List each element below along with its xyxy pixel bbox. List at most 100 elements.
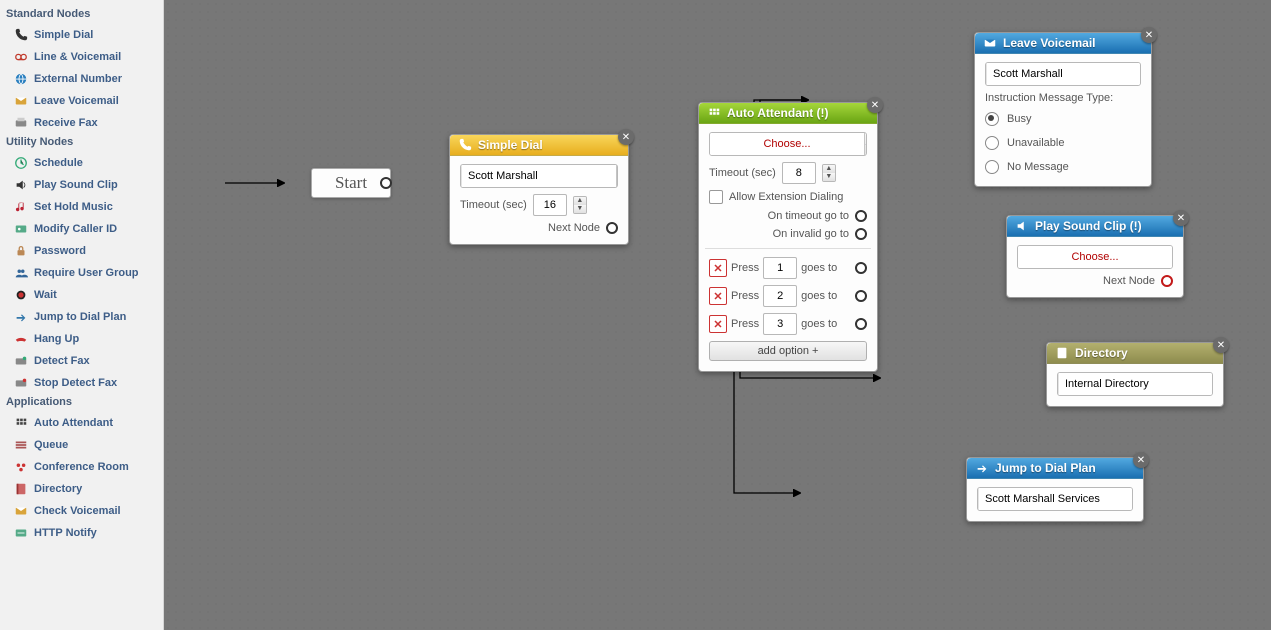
clip-field[interactable] (709, 132, 867, 156)
sidebar-item-external-number[interactable]: External Number (0, 68, 163, 90)
sidebar-item-caller-id[interactable]: Modify Caller ID (0, 218, 163, 240)
on-timeout-port[interactable] (855, 210, 867, 222)
sidebar-item-queue[interactable]: Queue (0, 434, 163, 456)
sidebar-item-label: Auto Attendant (34, 417, 113, 429)
sidebar-item-stop-fax[interactable]: Stop Detect Fax (0, 372, 163, 394)
sidebar-item-detect-fax[interactable]: Detect Fax (0, 350, 163, 372)
sidebar-item-password[interactable]: Password (0, 240, 163, 262)
sidebar-item-simple-dial[interactable]: Simple Dial (0, 24, 163, 46)
target-input[interactable] (462, 165, 616, 187)
sidebar-item-http-notify[interactable]: HTTP Notify (0, 522, 163, 544)
start-node[interactable]: Start (311, 168, 391, 198)
next-node-port[interactable] (606, 222, 618, 234)
sidebar-item-label: Line & Voicemail (34, 51, 121, 63)
clip-input[interactable] (1018, 246, 1172, 268)
next-node-port[interactable] (1161, 275, 1173, 287)
delete-press-button[interactable]: ✕ (709, 287, 727, 305)
close-icon[interactable]: ✕ (1133, 452, 1149, 468)
close-icon[interactable]: ✕ (867, 97, 883, 113)
flow-canvas[interactable]: Start ✕ Simple Dial Timeout (sec) ▲▼ Nex… (164, 0, 1271, 630)
press-port[interactable] (855, 262, 867, 274)
plan-field[interactable] (977, 487, 1133, 511)
sidebar-item-check-voicemail[interactable]: Check Voicemail (0, 500, 163, 522)
press-key-input[interactable] (763, 285, 797, 307)
allow-ext-checkbox[interactable] (709, 190, 723, 204)
node-header[interactable]: Auto Attendant (!) (699, 103, 877, 124)
sidebar-item-label: Hang Up (34, 333, 79, 345)
search-icon[interactable] (616, 165, 617, 187)
sidebar-item-conference[interactable]: Conference Room (0, 456, 163, 478)
node-auto-attendant[interactable]: ✕ Auto Attendant (!) Timeout (sec) ▲▼ Al… (698, 102, 878, 372)
timeout-stepper[interactable]: ▲▼ (822, 164, 836, 182)
node-simple-dial[interactable]: ✕ Simple Dial Timeout (sec) ▲▼ Next Node (449, 134, 629, 245)
on-invalid-port[interactable] (855, 228, 867, 240)
msg-option-busy[interactable]: Busy (985, 110, 1141, 128)
close-icon[interactable]: ✕ (1141, 27, 1157, 43)
radio-icon[interactable] (985, 160, 999, 174)
directory-input[interactable] (1059, 373, 1213, 395)
sidebar-item-auto-attendant[interactable]: Auto Attendant (0, 412, 163, 434)
timer-icon (14, 288, 28, 302)
close-icon[interactable]: ✕ (618, 129, 634, 145)
search-icon[interactable] (1172, 246, 1173, 268)
press-key-input[interactable] (763, 257, 797, 279)
delete-press-button[interactable]: ✕ (709, 259, 727, 277)
sidebar-item-receive-fax[interactable]: Receive Fax (0, 112, 163, 134)
sidebar-item-label: Stop Detect Fax (34, 377, 117, 389)
mailbox-field[interactable] (985, 62, 1141, 86)
sidebar-item-label: Wait (34, 289, 57, 301)
node-directory[interactable]: ✕ Directory (1046, 342, 1224, 407)
press-port[interactable] (855, 290, 867, 302)
msg-option-unavailable[interactable]: Unavailable (985, 134, 1141, 152)
sidebar-item-hangup[interactable]: Hang Up (0, 328, 163, 350)
msg-option-nomsg[interactable]: No Message (985, 158, 1141, 176)
radio-icon[interactable] (985, 136, 999, 150)
sidebar-item-wait[interactable]: Wait (0, 284, 163, 306)
sidebar-item-label: Schedule (34, 157, 83, 169)
plan-input[interactable] (979, 488, 1133, 510)
book-icon (14, 482, 28, 496)
phone-icon (458, 138, 472, 152)
sidebar-item-hold-music[interactable]: Set Hold Music (0, 196, 163, 218)
close-icon[interactable]: ✕ (1213, 337, 1229, 353)
radio-label: No Message (1007, 161, 1069, 173)
node-header[interactable]: Simple Dial (450, 135, 628, 156)
delete-press-button[interactable]: ✕ (709, 315, 727, 333)
node-header[interactable]: Jump to Dial Plan (967, 458, 1143, 479)
start-port[interactable] (380, 177, 392, 189)
node-jump-dialplan[interactable]: ✕ Jump to Dial Plan (966, 457, 1144, 522)
inbox-icon (14, 504, 28, 518)
sidebar-item-leave-voicemail[interactable]: Leave Voicemail (0, 90, 163, 112)
sidebar-item-schedule[interactable]: Schedule (0, 152, 163, 174)
directory-field[interactable] (1057, 372, 1213, 396)
search-icon[interactable] (864, 133, 866, 155)
envelope-icon (983, 36, 997, 50)
press-key-input[interactable] (763, 313, 797, 335)
press-port[interactable] (855, 318, 867, 330)
sidebar-item-directory[interactable]: Directory (0, 478, 163, 500)
sidebar-item-line-voicemail[interactable]: Line & Voicemail (0, 46, 163, 68)
sidebar-item-user-group[interactable]: Require User Group (0, 262, 163, 284)
clip-input[interactable] (710, 133, 864, 155)
sidebar-item-jump[interactable]: Jump to Dial Plan (0, 306, 163, 328)
mailbox-input[interactable] (987, 63, 1141, 85)
press-row: ✕ Press goes to (709, 257, 867, 279)
node-header[interactable]: Leave Voicemail (975, 33, 1151, 54)
target-field[interactable] (460, 164, 618, 188)
timeout-stepper[interactable]: ▲▼ (573, 196, 587, 214)
sidebar-item-play-sound[interactable]: Play Sound Clip (0, 174, 163, 196)
timeout-input[interactable] (533, 194, 567, 216)
radio-icon[interactable] (985, 112, 999, 126)
node-leave-voicemail[interactable]: ✕ Leave Voicemail Instruction Message Ty… (974, 32, 1152, 187)
timeout-input[interactable] (782, 162, 816, 184)
node-play-sound[interactable]: ✕ Play Sound Clip (!) Next Node (1006, 215, 1184, 298)
close-icon[interactable]: ✕ (1173, 210, 1189, 226)
add-option-button[interactable]: add option + (709, 341, 867, 361)
node-header[interactable]: Directory (1047, 343, 1223, 364)
clip-field[interactable] (1017, 245, 1173, 269)
queue-icon (14, 438, 28, 452)
press-row: ✕ Press goes to (709, 313, 867, 335)
fax-icon (14, 116, 28, 130)
node-header[interactable]: Play Sound Clip (!) (1007, 216, 1183, 237)
sidebar-item-label: Queue (34, 439, 68, 451)
